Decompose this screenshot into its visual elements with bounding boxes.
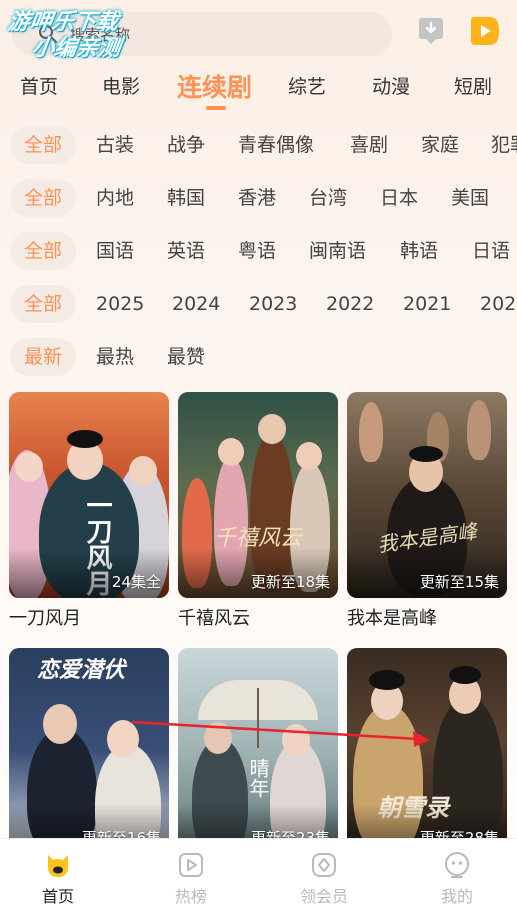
home-mascot-icon bbox=[48, 855, 68, 877]
filter-region-item[interactable]: 台湾 bbox=[309, 179, 347, 217]
nav-hot-list[interactable]: 热榜 bbox=[141, 839, 241, 907]
download-icon[interactable] bbox=[416, 16, 446, 46]
filter-genre-item[interactable]: 战争 bbox=[167, 126, 205, 164]
show-poster: 朝雪录 更新至28集 bbox=[347, 648, 507, 854]
filter-language-item[interactable]: 粤语 bbox=[238, 232, 276, 270]
bottom-navigation: 首页 热榜 领会员 我的 bbox=[0, 838, 517, 907]
nav-vip[interactable]: 领会员 bbox=[274, 839, 374, 907]
sort-hottest[interactable]: 最热 bbox=[96, 338, 134, 376]
filter-region-item[interactable]: 日本 bbox=[380, 179, 418, 217]
nav-home[interactable]: 首页 bbox=[8, 839, 108, 907]
filter-genre-item[interactable]: 喜剧 bbox=[350, 126, 388, 164]
filter-year-item[interactable]: 2022 bbox=[326, 285, 374, 323]
nav-label: 热榜 bbox=[174, 887, 207, 906]
filter-genre-item[interactable]: 家庭 bbox=[421, 126, 459, 164]
filter-region-all[interactable]: 全部 bbox=[10, 179, 77, 217]
sort-filter-row: 最新 最热 最赞 bbox=[0, 338, 517, 382]
region-filter-row: 全部 内地 韩国 香港 台湾 日本 美国 bbox=[0, 179, 517, 223]
show-poster: 晴年 更新至23集 bbox=[178, 648, 338, 854]
filter-genre-item[interactable]: 犯罪 bbox=[491, 126, 517, 164]
show-poster: 千禧风云 更新至18集 bbox=[178, 392, 338, 598]
sort-newest[interactable]: 最新 bbox=[10, 338, 77, 376]
sort-most-liked[interactable]: 最赞 bbox=[167, 338, 205, 376]
tab-movie[interactable]: 电影 bbox=[102, 72, 140, 99]
language-filter-row: 全部 国语 英语 粤语 闽南语 韩语 日语 bbox=[0, 232, 517, 276]
filter-genre-all[interactable]: 全部 bbox=[10, 126, 77, 164]
profile-face-icon bbox=[445, 852, 469, 878]
nav-label: 我的 bbox=[440, 887, 473, 906]
nav-label: 领会员 bbox=[299, 887, 348, 906]
filter-region-item[interactable]: 美国 bbox=[451, 179, 489, 217]
category-tabs: 首页 电影 连续剧 综艺 动漫 短剧 bbox=[0, 64, 517, 114]
filter-language-item[interactable]: 国语 bbox=[96, 232, 134, 270]
watermark-line1: 游呷乐下载 bbox=[6, 10, 120, 35]
filter-region-item[interactable]: 内地 bbox=[96, 179, 134, 217]
tab-anime[interactable]: 动漫 bbox=[372, 72, 410, 99]
filter-genre-item[interactable]: 古装 bbox=[96, 126, 134, 164]
filter-year-all[interactable]: 全部 bbox=[10, 285, 77, 323]
episode-badge: 更新至18集 bbox=[250, 573, 330, 591]
tab-series[interactable]: 连续剧 bbox=[177, 68, 252, 104]
filter-year-item[interactable]: 2023 bbox=[249, 285, 297, 323]
vip-badge-icon bbox=[312, 853, 336, 877]
watermark-line2: 小编亲测 bbox=[30, 36, 123, 61]
nav-profile[interactable]: 我的 bbox=[407, 839, 507, 907]
tab-variety[interactable]: 综艺 bbox=[288, 72, 326, 99]
filter-language-item[interactable]: 韩语 bbox=[400, 232, 438, 270]
active-tab-indicator bbox=[206, 106, 226, 110]
genre-filter-row: 全部 古装 战争 青春偶像 喜剧 家庭 犯罪 bbox=[0, 126, 517, 170]
show-title: 一刀风月 bbox=[9, 608, 81, 629]
poster-title-art: 晴年 bbox=[246, 758, 270, 798]
filter-year-item[interactable]: 2020 bbox=[480, 285, 517, 323]
show-title: 千禧风云 bbox=[178, 608, 250, 629]
show-poster: 恋爱潜伏 更新至16集 bbox=[9, 648, 169, 854]
filter-region-item[interactable]: 香港 bbox=[238, 179, 276, 217]
filter-year-item[interactable]: 2025 bbox=[96, 285, 144, 323]
history-play-icon[interactable] bbox=[468, 14, 502, 48]
episode-badge: 更新至15集 bbox=[419, 573, 499, 591]
filter-year-item[interactable]: 2024 bbox=[172, 285, 220, 323]
filter-language-item[interactable]: 闽南语 bbox=[309, 232, 366, 270]
show-poster: 一刀风月 24集全 bbox=[9, 392, 169, 598]
filter-year-item[interactable]: 2021 bbox=[403, 285, 451, 323]
year-filter-row: 全部 2025 2024 2023 2022 2021 2020 bbox=[0, 285, 517, 329]
filter-region-item[interactable]: 韩国 bbox=[167, 179, 205, 217]
play-square-icon bbox=[179, 853, 203, 877]
episode-badge: 24集全 bbox=[111, 573, 161, 591]
app-screen: 游呷乐下载 小编亲测 搜索名称 首页 电影 连续剧 综艺 动漫 短剧 全部 古装… bbox=[0, 0, 517, 907]
filter-genre-item[interactable]: 青春偶像 bbox=[238, 126, 314, 164]
show-poster: 我本是高峰 更新至15集 bbox=[347, 392, 507, 598]
filter-language-item[interactable]: 日语 bbox=[472, 232, 510, 270]
tab-home[interactable]: 首页 bbox=[20, 72, 58, 99]
filter-language-item[interactable]: 英语 bbox=[167, 232, 205, 270]
poster-title-art: 恋爱潜伏 bbox=[37, 657, 126, 683]
nav-label: 首页 bbox=[41, 887, 74, 906]
show-title: 我本是高峰 bbox=[347, 608, 437, 629]
filter-language-all[interactable]: 全部 bbox=[10, 232, 77, 270]
watermark: 游呷乐下载 小编亲测 bbox=[2, 10, 125, 62]
tab-short-drama[interactable]: 短剧 bbox=[454, 72, 492, 99]
